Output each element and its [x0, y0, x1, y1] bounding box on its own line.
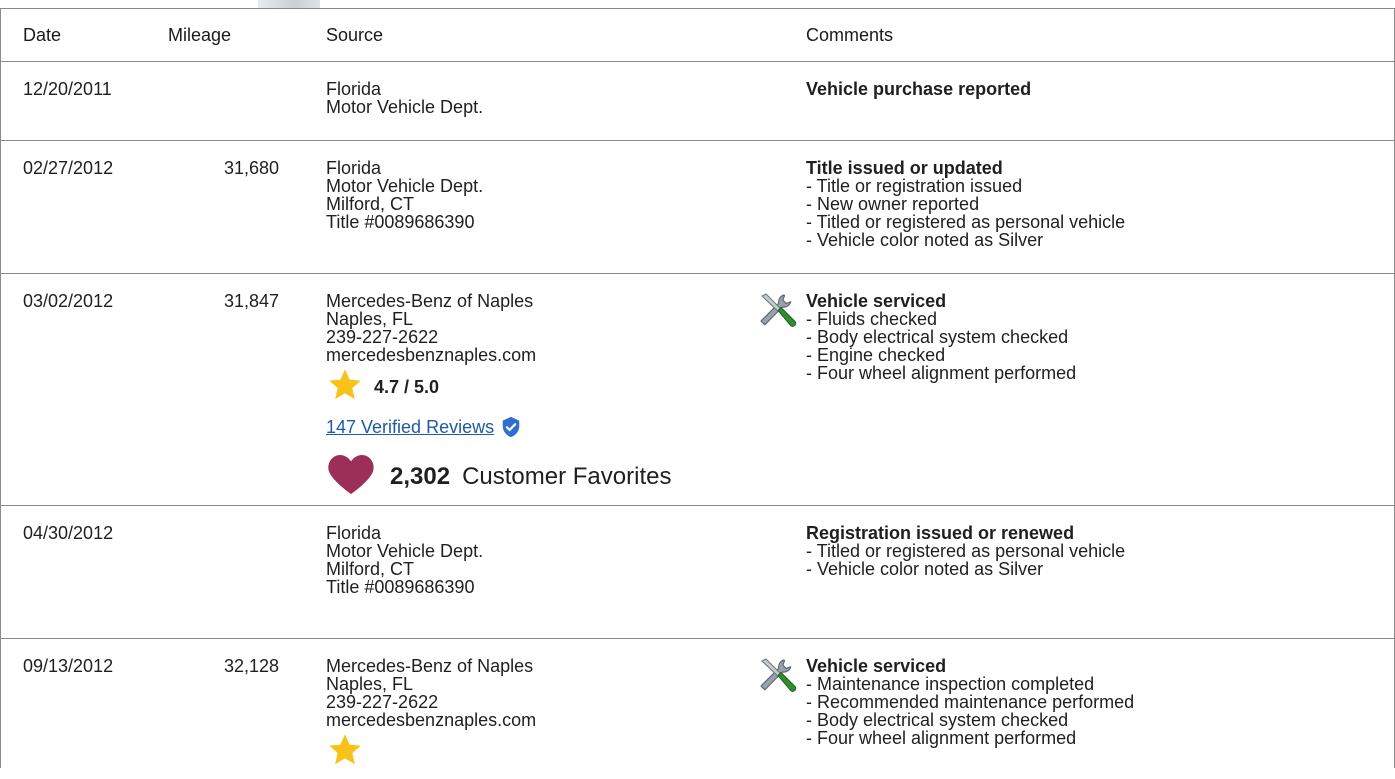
row-date: 04/30/2012 [23, 523, 114, 543]
dealer-rating: 4.7 / 5.0 [326, 368, 439, 402]
source-line: Mercedes-Benz of Naples [326, 656, 534, 676]
cropped-image-edge [258, 0, 320, 8]
source-line: Naples, FL [326, 674, 414, 694]
comment-item: - Four wheel alignment performed [806, 728, 1077, 748]
row-source: Florida Motor Vehicle Dept. [326, 80, 483, 116]
header-date: Date [23, 25, 62, 45]
comment-item: - Maintenance inspection completed [806, 674, 1095, 694]
row-source: Mercedes-Benz of Naples Naples, FL 239-2… [326, 657, 536, 729]
verified-reviews-link[interactable]: 147 Verified Reviews [326, 417, 494, 438]
comment-item: - Fluids checked [806, 309, 938, 329]
row-comments: Registration issued or renewed - Titled … [806, 524, 1125, 578]
comment-title: Vehicle serviced [806, 656, 947, 676]
service-tools-icon [760, 658, 797, 692]
vehicle-history-table: Date Mileage Source Comments 12/20/2011 … [0, 8, 1395, 768]
star-icon [329, 369, 361, 400]
table-header-row: Date Mileage Source Comments [1, 8, 1394, 62]
table-row: 09/13/2012 32,128 Mercedes-Benz of Naple… [1, 639, 1394, 779]
favorites-count: 2,302 [390, 463, 451, 490]
header-comments: Comments [806, 25, 894, 45]
row-date: 02/27/2012 [23, 158, 114, 178]
row-comments: Vehicle purchase reported [806, 80, 1031, 98]
comment-item: - Recommended maintenance performed [806, 692, 1135, 712]
row-comments: Vehicle serviced - Fluids checked - Body… [806, 292, 1076, 382]
source-line: Florida [326, 523, 382, 543]
customer-favorites: 2,302 Customer Favorites [326, 452, 671, 496]
source-line: Title #0089686390 [326, 212, 475, 232]
comment-title: Registration issued or renewed [806, 523, 1075, 543]
source-line: Mercedes-Benz of Naples [326, 291, 534, 311]
source-line: 239-227-2622 [326, 327, 439, 347]
comment-item: - Vehicle color noted as Silver [806, 559, 1044, 579]
comment-item: - New owner reported [806, 194, 980, 214]
comment-item: - Title or registration issued [806, 176, 1023, 196]
table-row: 12/20/2011 Florida Motor Vehicle Dept. V… [1, 62, 1394, 141]
source-line: Milford, CT [326, 559, 415, 579]
source-line: Florida [326, 158, 382, 178]
star-icon [329, 734, 361, 765]
header-source: Source [326, 25, 384, 45]
row-mileage: 32,128 [223, 656, 279, 676]
comment-item: - Titled or registered as personal vehic… [806, 541, 1126, 561]
source-line: mercedesbenznaples.com [326, 345, 537, 365]
source-line: Milford, CT [326, 194, 415, 214]
comment-item: - Engine checked [806, 345, 946, 365]
reviews: 147 Verified Reviews [326, 416, 522, 438]
dealer-rating-partial [326, 733, 364, 767]
comment-title: Vehicle serviced [806, 291, 947, 311]
row-date: 12/20/2011 [23, 79, 112, 99]
source-line: Motor Vehicle Dept. [326, 176, 484, 196]
row-comments: Vehicle serviced - Maintenance inspectio… [806, 657, 1134, 747]
rating-value: 4.7 / 5.0 [374, 376, 440, 397]
favorites-label: Customer Favorites [462, 463, 672, 490]
source-line: mercedesbenznaples.com [326, 710, 537, 730]
row-date: 09/13/2012 [23, 656, 114, 676]
table-row: 03/02/2012 31,847 Mercedes-Benz of Naple… [1, 274, 1394, 506]
comment-item: - Body electrical system checked [806, 327, 1069, 347]
service-tools-icon [760, 293, 797, 327]
row-comments: Title issued or updated - Title or regis… [806, 159, 1125, 249]
row-source: Florida Motor Vehicle Dept. Milford, CT … [326, 159, 483, 231]
comment-title: Vehicle purchase reported [806, 79, 1032, 99]
row-mileage: 31,847 [223, 291, 279, 311]
table-row: 04/30/2012 Florida Motor Vehicle Dept. M… [1, 506, 1394, 639]
comment-item: - Body electrical system checked [806, 710, 1069, 730]
table-row: 02/27/2012 31,680 Florida Motor Vehicle … [1, 141, 1394, 274]
header-mileage: Mileage [168, 25, 232, 45]
source-line: Title #0089686390 [326, 577, 475, 597]
row-mileage: 31,680 [223, 158, 279, 178]
heart-icon [328, 455, 374, 494]
source-line: 239-227-2622 [326, 692, 439, 712]
comment-item: - Vehicle color noted as Silver [806, 230, 1044, 250]
source-line: Motor Vehicle Dept. [326, 97, 484, 117]
source-line: Florida [326, 79, 382, 99]
row-source: Mercedes-Benz of Naples Naples, FL 239-2… [326, 292, 536, 364]
verified-shield-icon [502, 416, 520, 438]
comment-item: - Four wheel alignment performed [806, 363, 1077, 383]
comment-item: - Titled or registered as personal vehic… [806, 212, 1126, 232]
source-line: Naples, FL [326, 309, 414, 329]
comment-title: Title issued or updated [806, 158, 1003, 178]
row-date: 03/02/2012 [23, 291, 114, 311]
source-line: Motor Vehicle Dept. [326, 541, 484, 561]
row-source: Florida Motor Vehicle Dept. Milford, CT … [326, 524, 483, 596]
